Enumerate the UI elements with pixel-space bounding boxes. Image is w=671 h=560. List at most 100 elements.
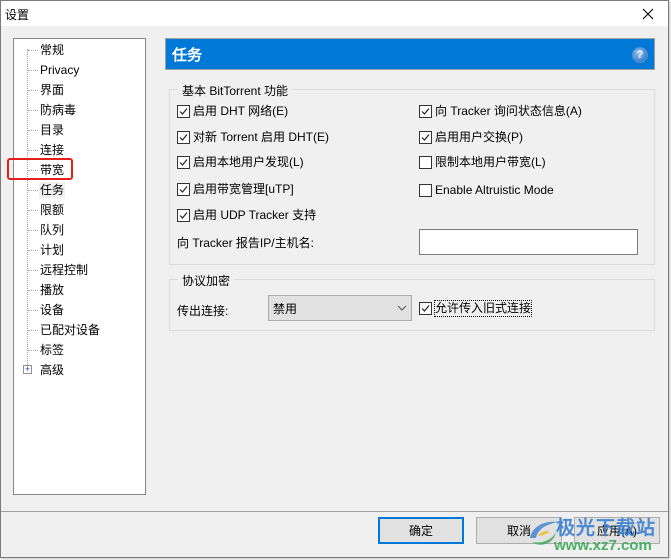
option-checkbox[interactable]: Enable Altruistic Mode — [419, 183, 554, 198]
checkbox-box — [177, 105, 190, 118]
help-icon[interactable]: ? — [632, 47, 648, 63]
tree-item[interactable]: 远程控制 — [14, 261, 144, 279]
outgoing-connection-value: 禁用 — [273, 302, 298, 316]
check-icon — [421, 134, 430, 141]
section-header: 任务 ? — [165, 38, 655, 70]
option-checkbox[interactable]: 启用带宽管理[uTP] — [177, 182, 294, 197]
tree-connector — [28, 130, 38, 131]
encryption-group: 协议加密 — [169, 272, 655, 331]
tree-item[interactable]: 标签 — [14, 341, 144, 359]
tree-item[interactable]: 防病毒 — [14, 101, 144, 119]
checkbox-box — [419, 156, 432, 169]
tree-item[interactable]: 目录 — [14, 121, 144, 139]
footer-divider — [1, 511, 668, 512]
group-legend: 基本 BitTorrent 功能 — [178, 82, 293, 99]
title-bar: 设置 — [1, 1, 668, 26]
tree-item[interactable]: 播放 — [14, 281, 144, 299]
tree-item-label: 目录 — [40, 123, 65, 137]
check-icon — [179, 159, 188, 166]
tree-connector — [28, 330, 38, 331]
tree-item[interactable]: 限额 — [14, 201, 144, 219]
checkbox-box — [177, 183, 190, 196]
option-checkbox[interactable]: 启用 DHT 网络(E) — [177, 104, 288, 119]
checkbox-label: 启用带宽管理[uTP] — [193, 182, 294, 196]
option-checkbox[interactable]: 启用用户交换(P) — [419, 130, 523, 145]
tree-item-label: 设备 — [40, 303, 65, 317]
cancel-button-label: 取消 — [506, 524, 531, 538]
tree-item[interactable]: 计划 — [14, 241, 144, 259]
ok-button[interactable]: 确定 — [378, 517, 464, 544]
option-checkbox[interactable]: 向 Tracker 询问状态信息(A) — [419, 104, 582, 119]
allow-legacy-checkbox[interactable]: 允许传入旧式连接 — [419, 300, 533, 317]
tree-item[interactable]: 连接 — [14, 141, 144, 159]
tree-connector — [28, 90, 38, 91]
tree-connector — [28, 110, 38, 111]
checkbox-box — [419, 105, 432, 118]
check-icon — [179, 108, 188, 115]
chevron-down-icon — [397, 305, 407, 311]
tree-item[interactable]: 队列 — [14, 221, 144, 239]
tree-connector — [28, 230, 38, 231]
checkbox-box — [177, 209, 190, 222]
tree-connector — [28, 70, 38, 71]
checkbox-box — [419, 184, 432, 197]
checkbox-box — [177, 156, 190, 169]
tree-item[interactable]: + 高级 — [14, 361, 144, 379]
window-title: 设置 — [5, 8, 30, 22]
apply-button[interactable]: 应用(A) — [574, 517, 660, 544]
close-button[interactable] — [632, 1, 664, 26]
option-checkbox[interactable]: 启用本地用户发现(L) — [177, 155, 304, 170]
option-checkbox[interactable]: 启用 UDP Tracker 支持 — [177, 208, 316, 223]
tree-connector — [28, 170, 38, 171]
tree-item-label: 防病毒 — [40, 103, 77, 117]
tree-item[interactable]: 带宽 — [14, 161, 144, 179]
checkbox-label: Enable Altruistic Mode — [435, 183, 554, 197]
tree-item[interactable]: 任务 — [14, 181, 144, 199]
apply-button-label: 应用(A) — [597, 524, 637, 538]
report-ip-input[interactable] — [419, 229, 638, 255]
check-icon — [179, 134, 188, 141]
option-checkbox[interactable]: 对新 Torrent 启用 DHT(E) — [177, 130, 329, 145]
tree-item-label: 播放 — [40, 283, 65, 297]
tree-item-label: 任务 — [39, 182, 66, 198]
option-checkbox[interactable]: 限制本地用户带宽(L) — [419, 155, 546, 170]
settings-tree: 常规 Privacy 界面防病毒目录连接带宽任务限额队列计划远程控制播放设备已配对设… — [13, 38, 146, 495]
tree-item-label: 远程控制 — [40, 263, 89, 277]
ok-button-label: 确定 — [408, 524, 433, 538]
tree-item[interactable]: Privacy — [14, 61, 144, 79]
section-title: 任务 — [172, 47, 203, 64]
tree-item[interactable]: 已配对设备 — [14, 321, 144, 339]
tree-connector — [28, 290, 38, 291]
tree-connector — [28, 50, 38, 51]
tree-connector — [28, 310, 38, 311]
checkbox-box — [419, 302, 432, 315]
tree-item-label: 限额 — [40, 203, 65, 217]
settings-dialog: 设置 常规 Privacy 界面 防病毒 目录 连接 带宽 任务 限额 队列 计划 远程控制 播放 设备已… — [0, 0, 669, 558]
tree-connector — [28, 270, 38, 271]
tree-item[interactable]: 界面 — [14, 81, 144, 99]
checkbox-label: 限制本地用户带宽(L) — [435, 155, 546, 169]
expand-icon[interactable]: + — [23, 365, 32, 374]
tree-item-label: 已配对设备 — [40, 323, 101, 337]
cancel-button[interactable]: 取消 — [476, 517, 562, 544]
tree-connector — [28, 250, 38, 251]
tree-item[interactable]: 常规 — [14, 41, 144, 59]
tree-connector — [28, 210, 38, 211]
outgoing-connection-select[interactable]: 禁用 — [268, 295, 412, 321]
tree-item-label: 带宽 — [40, 163, 65, 177]
checkbox-label: 启用 UDP Tracker 支持 — [193, 208, 317, 222]
check-icon — [421, 108, 430, 115]
tree-item-label: 高级 — [40, 363, 65, 377]
checkbox-label: 允许传入旧式连接 — [433, 300, 533, 317]
report-ip-label: 向 Tracker 报告IP/主机名: — [177, 236, 314, 250]
tree-item-label: 常规 — [40, 43, 65, 57]
tree-connector — [28, 350, 38, 351]
checkbox-label: 对新 Torrent 启用 DHT(E) — [193, 130, 330, 144]
check-icon — [421, 305, 430, 312]
checkbox-label: 启用本地用户发现(L) — [193, 155, 304, 169]
tree-item[interactable]: 设备 — [14, 301, 144, 319]
checkbox-label: 启用 DHT 网络(E) — [193, 104, 289, 118]
tree-item-label: Privacy — [40, 63, 80, 77]
tree-item-label: 计划 — [40, 243, 65, 257]
tree-item-label: 标签 — [40, 343, 65, 357]
